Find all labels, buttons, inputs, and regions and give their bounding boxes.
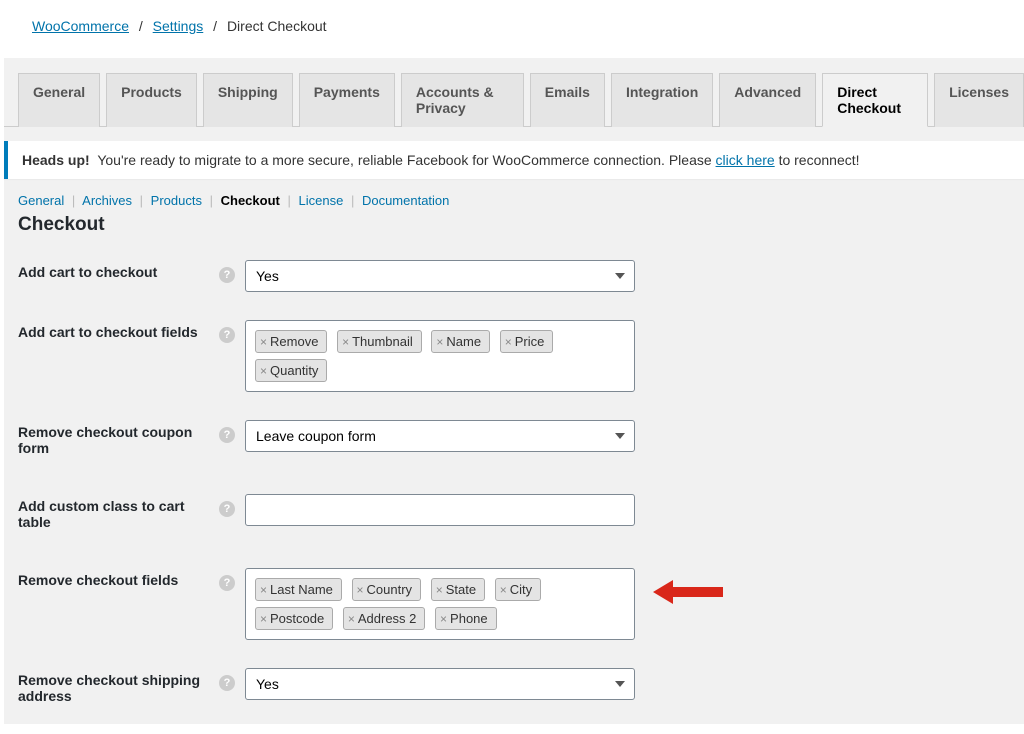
tab-advanced[interactable]: Advanced bbox=[719, 73, 816, 127]
subnav-license[interactable]: License bbox=[299, 193, 344, 208]
tag-state[interactable]: ×State bbox=[431, 578, 485, 601]
close-icon[interactable]: × bbox=[436, 583, 443, 597]
notice-link[interactable]: click here bbox=[716, 152, 775, 168]
close-icon[interactable]: × bbox=[260, 612, 267, 626]
migration-notice: Heads up! You're ready to migrate to a m… bbox=[4, 141, 1024, 179]
close-icon[interactable]: × bbox=[357, 583, 364, 597]
close-icon[interactable]: × bbox=[260, 583, 267, 597]
close-icon[interactable]: × bbox=[440, 612, 447, 626]
label-remove-checkout-fields: Remove checkout fields bbox=[4, 550, 219, 650]
close-icon[interactable]: × bbox=[436, 335, 443, 349]
breadcrumb-woocommerce[interactable]: WooCommerce bbox=[32, 18, 129, 34]
subnav-archives[interactable]: Archives bbox=[82, 193, 132, 208]
subnav-documentation[interactable]: Documentation bbox=[362, 193, 449, 208]
section-subnav: General | Archives | Products | Checkout… bbox=[4, 179, 1024, 212]
help-icon[interactable]: ? bbox=[219, 501, 235, 517]
tag-city[interactable]: ×City bbox=[495, 578, 541, 601]
label-remove-coupon: Remove checkout coupon form bbox=[4, 402, 219, 476]
help-icon[interactable]: ? bbox=[219, 267, 235, 283]
input-custom-class[interactable] bbox=[245, 494, 635, 526]
tag-thumbnail[interactable]: ×Thumbnail bbox=[337, 330, 422, 353]
notice-bold: Heads up! bbox=[22, 152, 90, 168]
settings-form: Add cart to checkout ? Yes Add cart to c… bbox=[4, 242, 1024, 724]
notice-text1: You're ready to migrate to a more secure… bbox=[94, 152, 716, 168]
tag-price[interactable]: ×Price bbox=[500, 330, 554, 353]
tag-last-name[interactable]: ×Last Name bbox=[255, 578, 342, 601]
label-add-cart-checkout: Add cart to checkout bbox=[4, 242, 219, 302]
tag-country[interactable]: ×Country bbox=[352, 578, 422, 601]
help-icon[interactable]: ? bbox=[219, 575, 235, 591]
breadcrumb-current: Direct Checkout bbox=[227, 18, 327, 34]
breadcrumb-settings[interactable]: Settings bbox=[153, 18, 204, 34]
tag-quantity[interactable]: ×Quantity bbox=[255, 359, 327, 382]
label-custom-class: Add custom class to cart table bbox=[4, 476, 219, 550]
subnav-general[interactable]: General bbox=[18, 193, 64, 208]
arrow-annotation-icon bbox=[653, 572, 733, 612]
select-remove-shipping[interactable]: Yes bbox=[245, 668, 635, 700]
breadcrumb: WooCommerce / Settings / Direct Checkout bbox=[0, 0, 1024, 42]
tag-postcode[interactable]: ×Postcode bbox=[255, 607, 333, 630]
help-icon[interactable]: ? bbox=[219, 675, 235, 691]
page-title: Checkout bbox=[4, 212, 1024, 242]
close-icon[interactable]: × bbox=[505, 335, 512, 349]
breadcrumb-separator: / bbox=[133, 18, 149, 34]
tag-remove[interactable]: ×Remove bbox=[255, 330, 327, 353]
subnav-checkout: Checkout bbox=[221, 193, 280, 208]
tag-name[interactable]: ×Name bbox=[431, 330, 490, 353]
help-icon[interactable]: ? bbox=[219, 327, 235, 343]
tab-emails[interactable]: Emails bbox=[530, 73, 605, 127]
close-icon[interactable]: × bbox=[260, 364, 267, 378]
select-remove-coupon[interactable]: Leave coupon form bbox=[245, 420, 635, 452]
close-icon[interactable]: × bbox=[342, 335, 349, 349]
tab-licenses[interactable]: Licenses bbox=[934, 73, 1024, 127]
tag-phone[interactable]: ×Phone bbox=[435, 607, 497, 630]
tab-shipping[interactable]: Shipping bbox=[203, 73, 293, 127]
settings-tabs: General Products Shipping Payments Accou… bbox=[4, 58, 1024, 127]
label-add-cart-fields: Add cart to checkout fields bbox=[4, 302, 219, 402]
tag-address-2[interactable]: ×Address 2 bbox=[343, 607, 426, 630]
label-remove-shipping: Remove checkout shipping address bbox=[4, 650, 219, 724]
breadcrumb-separator: / bbox=[207, 18, 223, 34]
tab-payments[interactable]: Payments bbox=[299, 73, 395, 127]
close-icon[interactable]: × bbox=[500, 583, 507, 597]
tab-accounts-privacy[interactable]: Accounts & Privacy bbox=[401, 73, 524, 127]
tab-products[interactable]: Products bbox=[106, 73, 197, 127]
close-icon[interactable]: × bbox=[260, 335, 267, 349]
tab-integration[interactable]: Integration bbox=[611, 73, 713, 127]
tab-general[interactable]: General bbox=[18, 73, 100, 127]
multiselect-remove-checkout-fields[interactable]: ×Last Name ×Country ×State ×City ×Postco… bbox=[245, 568, 635, 640]
close-icon[interactable]: × bbox=[348, 612, 355, 626]
select-add-cart-checkout[interactable]: Yes bbox=[245, 260, 635, 292]
help-icon[interactable]: ? bbox=[219, 427, 235, 443]
multiselect-add-cart-fields[interactable]: ×Remove ×Thumbnail ×Name ×Price ×Quantit… bbox=[245, 320, 635, 392]
tab-direct-checkout[interactable]: Direct Checkout bbox=[822, 73, 928, 127]
notice-text2: to reconnect! bbox=[775, 152, 860, 168]
subnav-products[interactable]: Products bbox=[151, 193, 202, 208]
